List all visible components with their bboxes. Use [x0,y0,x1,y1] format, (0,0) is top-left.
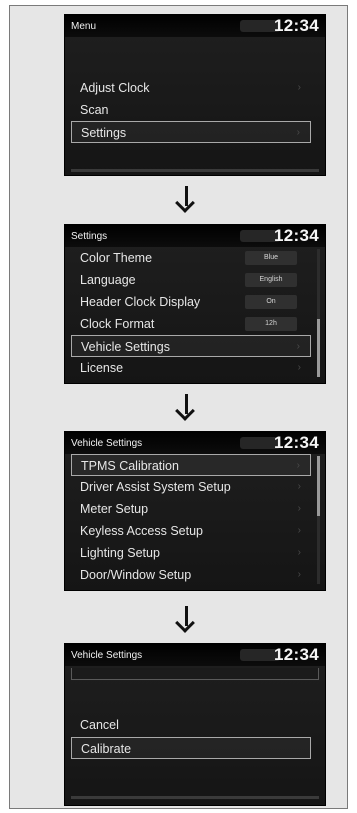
calibrate-button[interactable]: Calibrate [71,737,311,759]
vehicle-item-label: Meter Setup [80,502,149,516]
menu-item-scan[interactable]: Scan [71,99,311,121]
scrollbar-thumb[interactable] [317,319,320,377]
settings-item-label: Language [80,273,136,287]
clock-display: 12:34 [274,226,319,245]
settings-item-clock-format[interactable]: Clock Format 12h [71,313,311,335]
down-arrow-icon [175,394,199,421]
vehicle-item-driver-assist[interactable]: Driver Assist System Setup › [71,476,311,498]
figure-panel: Menu 12:34 Adjust Clock › Scan Settings … [9,5,348,809]
chevron-right-icon: › [297,547,301,558]
settings-item-license[interactable]: License › [71,357,311,379]
screen-header: Vehicle Settings 12:34 [65,644,325,666]
screen-title: Vehicle Settings [71,650,143,661]
settings-item-language[interactable]: Language English [71,269,311,291]
down-arrow-icon [175,606,199,633]
down-arrow-icon [175,186,199,213]
chevron-right-icon: › [297,362,301,373]
screen-header: Menu 12:34 [65,15,325,37]
setting-value: English [245,273,297,287]
clock-display: 12:34 [274,433,319,452]
vehicle-item-label: Lighting Setup [80,546,160,560]
clock-display: 12:34 [274,16,319,35]
menu-item-label: Adjust Clock [80,81,150,95]
screen-bottom-bar [71,796,319,799]
setting-value: Blue [245,251,297,265]
vehicle-item-tpms-calibration[interactable]: TPMS Calibration › [71,454,311,476]
vehicle-settings-screen: Vehicle Settings 12:34 TPMS Calibration … [64,431,326,591]
chevron-right-icon: › [297,503,301,514]
chevron-right-icon: › [296,341,300,352]
vehicle-item-keyless-access[interactable]: Keyless Access Setup › [71,520,311,542]
menu-item-settings[interactable]: Settings › [71,121,311,143]
menu-item-adjust-clock[interactable]: Adjust Clock › [71,77,311,99]
settings-item-label: License [80,361,124,375]
settings-item-label: Clock Format [80,317,155,331]
settings-item-vehicle-settings[interactable]: Vehicle Settings › [71,335,311,357]
option-label: Cancel [80,718,119,732]
calibration-confirm-screen: Vehicle Settings 12:34 Cancel Calibrate [64,643,326,806]
menu-screen: Menu 12:34 Adjust Clock › Scan Settings … [64,14,326,176]
screen-title: Menu [71,21,97,32]
vehicle-item-label: TPMS Calibration [81,459,179,473]
chevron-right-icon: › [297,525,301,536]
vehicle-item-label: Keyless Access Setup [80,524,203,538]
scrollbar-thumb[interactable] [317,456,320,516]
clock-display: 12:34 [274,645,319,664]
settings-item-label: Vehicle Settings [81,340,170,354]
chevron-right-icon: › [297,481,301,492]
popup-message-area [71,668,319,680]
screen-bottom-bar [71,169,319,172]
vehicle-item-door-window[interactable]: Door/Window Setup › [71,564,311,586]
vehicle-item-label: Door/Window Setup [80,568,192,582]
vehicle-item-lighting-setup[interactable]: Lighting Setup › [71,542,311,564]
setting-value: 12h [245,317,297,331]
menu-item-label: Scan [80,103,109,117]
setting-value: On [245,295,297,309]
settings-item-label: Color Theme [80,251,153,265]
vehicle-item-label: Driver Assist System Setup [80,480,231,494]
chevron-right-icon: › [297,569,301,580]
chevron-right-icon: › [296,127,300,138]
screen-header: Vehicle Settings 12:34 [65,432,325,454]
scrollbar[interactable] [317,456,320,584]
vehicle-item-meter-setup[interactable]: Meter Setup › [71,498,311,520]
chevron-right-icon: › [296,460,300,471]
settings-item-label: Header Clock Display [80,295,201,309]
screen-header: Settings 12:34 [65,225,325,247]
screen-title: Settings [71,231,108,242]
option-label: Calibrate [81,742,132,756]
settings-item-color-theme[interactable]: Color Theme Blue [71,247,311,269]
scrollbar[interactable] [317,249,320,377]
settings-screen: Settings 12:34 Color Theme Blue Language… [64,224,326,384]
cancel-button[interactable]: Cancel [71,714,311,736]
screen-title: Vehicle Settings [71,438,143,449]
chevron-right-icon: › [297,82,301,93]
settings-item-header-clock-display[interactable]: Header Clock Display On [71,291,311,313]
menu-item-label: Settings [81,126,127,140]
